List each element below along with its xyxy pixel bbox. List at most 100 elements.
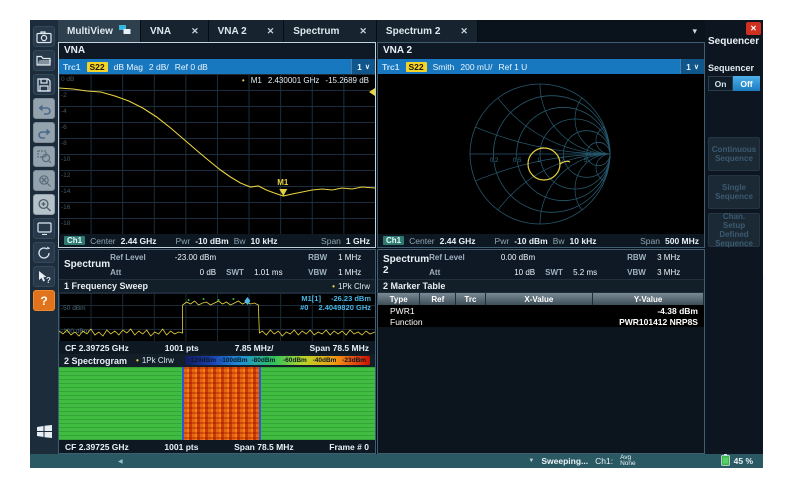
- tab-label: VNA: [150, 26, 171, 37]
- tab-vna[interactable]: VNA ✕: [141, 20, 209, 42]
- marker-m1-flag: M1: [277, 178, 289, 187]
- spectrum-window[interactable]: Spectrum Ref Level -23.00 dBm RBW 1 MHz …: [58, 249, 376, 454]
- spectrogram-colorbar: -120dBm -100dBm -80dBm -60dBm -40dBm -23…: [185, 356, 370, 365]
- window-title: VNA 2: [378, 43, 704, 59]
- sequencer-panel: ✕ Sequencer Sequencer On Off Continuous …: [705, 20, 763, 454]
- trace-legend: • 1Pk Clrw: [136, 356, 174, 365]
- zoom-off-icon[interactable]: [33, 170, 55, 191]
- tab-label: Spectrum 2: [386, 26, 440, 37]
- marker-table: Type Ref Trc X-Value Y-Value PWR1 -4.38 …: [378, 293, 704, 453]
- close-icon[interactable]: ✕: [460, 26, 468, 37]
- sequencer-on-button[interactable]: On: [708, 76, 733, 91]
- zoom-icon[interactable]: [33, 194, 55, 215]
- marker-x-value: 2.430001 GHz: [268, 76, 320, 85]
- camera-icon[interactable]: [33, 26, 55, 47]
- smith-chart[interactable]: 0.2 0.5 1 2 5: [378, 74, 704, 234]
- channel-label: Ch1:: [595, 456, 613, 466]
- legend-bullet: •: [136, 356, 139, 365]
- frequency-sweep-plot[interactable]: -50 dBm -100 dBm M1[1]-26.23 dBm #02.404…: [59, 293, 375, 341]
- chan-setup-defined-sequence-button[interactable]: Chan. Setup Defined Sequence: [708, 213, 760, 247]
- tab-label: Spectrum: [293, 26, 339, 37]
- sequencer-toggle: On Off: [708, 76, 760, 91]
- trace-format: dB Mag: [114, 62, 143, 72]
- close-icon[interactable]: ✕: [191, 26, 199, 37]
- window-title: Spectrum 2: [378, 250, 429, 279]
- channel-badge: Ch1: [383, 236, 404, 245]
- table-row: PWR1 -4.38 dBm: [378, 305, 704, 316]
- undo-icon[interactable]: [33, 98, 55, 119]
- status-dropdown-icon[interactable]: ▼: [528, 458, 534, 464]
- s-parameter-chip: S22: [406, 62, 427, 72]
- battery-icon: [721, 454, 730, 468]
- frequency-sweep-titlebar: 1 Frequency Sweep • 1Pk Clrw: [59, 280, 375, 293]
- close-icon[interactable]: ✕: [359, 26, 367, 37]
- refresh-icon[interactable]: [33, 242, 55, 263]
- smith-axis-label: 0.5: [513, 158, 522, 164]
- trace-name: Trc1: [382, 62, 400, 72]
- window-title: Spectrum: [59, 250, 110, 279]
- continuous-sequence-button[interactable]: Continuous Sequence: [708, 137, 760, 171]
- spectrum2-window[interactable]: Spectrum 2 Ref Level 0.00 dBm RBW 3 MHz …: [377, 249, 705, 454]
- trace-dropdown[interactable]: 1 ∨: [680, 59, 704, 74]
- sweep-footer: CF 2.39725 GHz 1001 pts 7.85 MHz/ Span 7…: [59, 341, 375, 354]
- help-icon[interactable]: ?: [33, 290, 55, 311]
- sequencer-panel-title: Sequencer: [708, 36, 760, 47]
- s-parameter-chip: S22: [87, 62, 108, 72]
- open-folder-icon[interactable]: [33, 50, 55, 71]
- vna-trace: M1: [59, 74, 375, 234]
- ref-level-arrow-icon: [369, 88, 375, 96]
- average-indicator: Avg None: [620, 455, 636, 468]
- subwindow-title: 1 Frequency Sweep: [64, 281, 148, 291]
- display-layout-icon[interactable]: [33, 218, 55, 239]
- trace-ref: Ref 1 U: [498, 62, 527, 72]
- tab-spectrum2[interactable]: Spectrum 2 ✕: [377, 20, 478, 42]
- spectrogram-titlebar: 2 Spectrogram • 1Pk Clrw -120dBm -100dBm…: [59, 354, 375, 367]
- vna-window[interactable]: VNA Trc1 S22 dB Mag 2 dB/ Ref 0 dB 1 ∨ 0: [58, 42, 376, 248]
- vna-plot[interactable]: 0 dB -2 -4 -6 -8 -10 -12 -14 -16 -18: [59, 74, 375, 234]
- vna2-footer: Ch1 Center 2.44 GHz Pwr -10 dBm Bw 10 kH…: [378, 234, 704, 247]
- close-icon[interactable]: ✕: [267, 26, 275, 37]
- tab-label: MultiView: [67, 26, 113, 37]
- spectrum2-settings-header: Spectrum 2 Ref Level 0.00 dBm RBW 3 MHz …: [378, 250, 704, 280]
- tab-vna2[interactable]: VNA 2 ✕: [209, 20, 285, 42]
- trace-dropdown[interactable]: 1 ∨: [351, 59, 375, 74]
- tab-spectrum[interactable]: Spectrum ✕: [284, 20, 377, 42]
- help-pointer-icon[interactable]: ?: [33, 266, 55, 287]
- collapse-left-icon[interactable]: ◀: [118, 458, 123, 465]
- trace-format: Smith: [433, 62, 455, 72]
- smith-chart-grid: 0.2 0.5 1 2 5: [378, 74, 704, 234]
- tab-overflow-icon[interactable]: ▾: [692, 26, 705, 37]
- sweep-marker-readout: M1[1]-26.23 dBm #02.4049820 GHz: [300, 294, 371, 312]
- vna2-trace-header: Trc1 S22 Smith 200 mU/ Ref 1 U 1 ∨: [378, 59, 704, 74]
- battery-percentage: 45 %: [734, 456, 753, 466]
- redo-icon[interactable]: [33, 122, 55, 143]
- trace-name: Trc1: [63, 62, 81, 72]
- close-icon[interactable]: ✕: [746, 22, 761, 35]
- sequencer-section-label: Sequencer: [708, 63, 760, 73]
- multiview-icon: [119, 25, 131, 38]
- spectrogram-plot[interactable]: [59, 367, 375, 440]
- trace-scale: 2 dB/: [149, 62, 169, 72]
- vna-trace-header: Trc1 S22 dB Mag 2 dB/ Ref 0 dB 1 ∨: [59, 59, 375, 74]
- save-icon[interactable]: [33, 74, 55, 95]
- legend-bullet: •: [332, 282, 335, 291]
- vna2-window[interactable]: VNA 2 Trc1 S22 Smith 200 mU/ Ref 1 U 1 ∨: [377, 42, 705, 248]
- single-sequence-button[interactable]: Single Sequence: [708, 175, 760, 209]
- subwindow-title: 2 Marker Table: [383, 281, 445, 291]
- trace-legend: • 1Pk Clrw: [332, 282, 370, 291]
- toolbar: ? ?: [30, 20, 58, 454]
- instrument-screen: ? ? MultiView VNA ✕: [30, 20, 763, 468]
- tab-multiview[interactable]: MultiView: [58, 20, 141, 42]
- marker-table-header: Type Ref Trc X-Value Y-Value: [378, 293, 704, 305]
- sequencer-off-button[interactable]: Off: [733, 76, 760, 91]
- windows-icon[interactable]: [33, 421, 55, 442]
- zoom-rect-icon[interactable]: [33, 146, 55, 167]
- subwindow-title: 2 Spectrogram: [64, 356, 127, 366]
- vna-marker-readout: • M1 2.430001 GHz -15.2689 dB: [242, 76, 369, 85]
- chevron-down-icon: ∨: [365, 63, 370, 71]
- marker-y-value: -15.2689 dB: [325, 76, 369, 85]
- channel-tab-bar: MultiView VNA ✕ VNA 2 ✕ Spectrum ✕: [58, 20, 705, 42]
- window-title: VNA: [59, 43, 375, 59]
- trace-ref: Ref 0 dB: [175, 62, 208, 72]
- sequencer-softkeys: Continuous Sequence Single Sequence Chan…: [708, 137, 760, 247]
